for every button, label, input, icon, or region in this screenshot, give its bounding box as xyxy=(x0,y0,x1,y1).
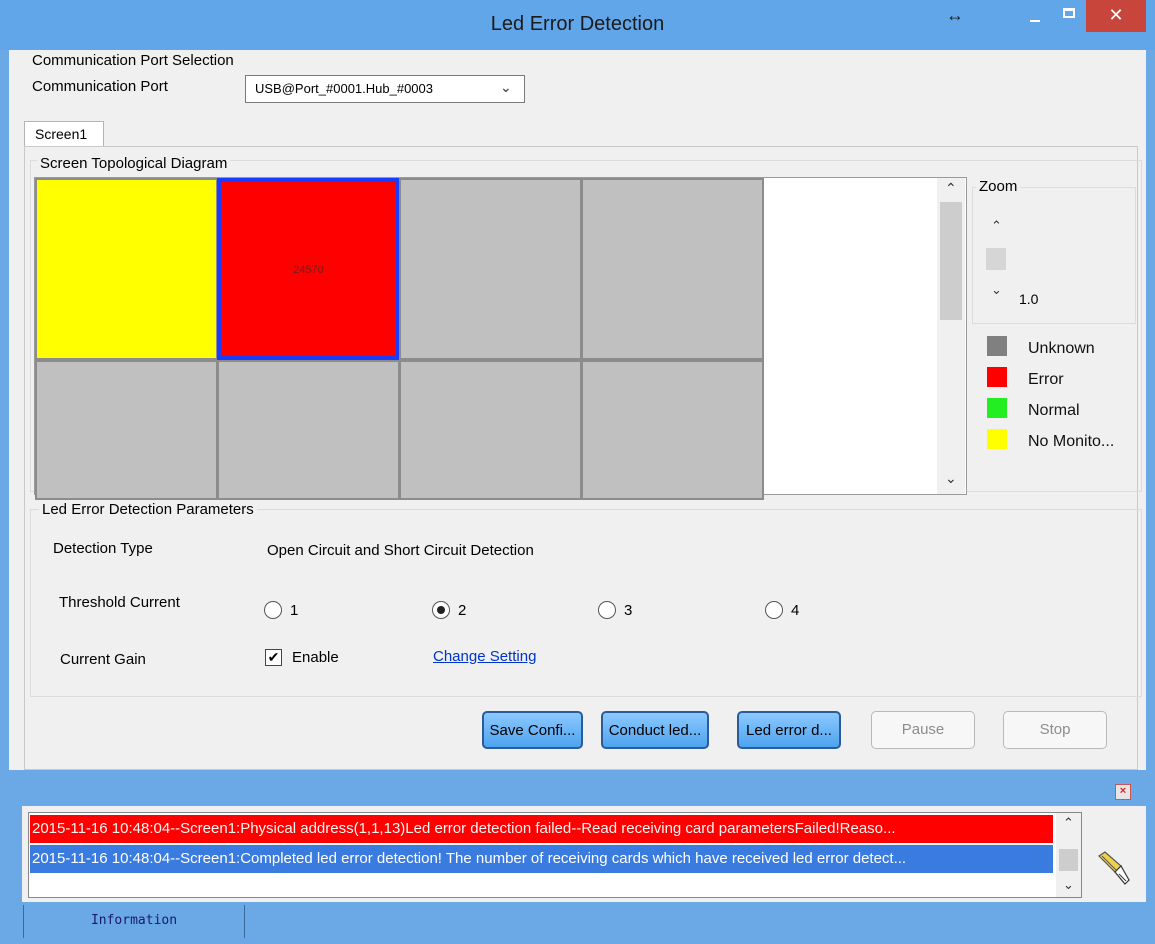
clear-log-icon[interactable] xyxy=(1095,850,1131,886)
legend-swatch-error xyxy=(987,367,1007,387)
topology-canvas: 24570 ⌃ ⌄ xyxy=(34,177,967,500)
scroll-up-icon[interactable]: ⌃ xyxy=(945,180,957,197)
window-title: Led Error Detection xyxy=(490,13,665,35)
params-group xyxy=(30,509,1142,697)
stop-button[interactable]: Stop xyxy=(1003,711,1107,749)
legend-swatch-normal xyxy=(987,398,1007,418)
minimize-icon[interactable] xyxy=(1015,0,1055,32)
legend-label-unknown: Unknown xyxy=(1028,340,1095,357)
topology-cell-4[interactable] xyxy=(581,178,764,360)
tab-screen1-label: Screen1 xyxy=(35,126,88,142)
radio-label: 1 xyxy=(290,602,299,619)
resize-arrows-icon[interactable]: ↔ xyxy=(940,0,970,32)
app-window: Led Error Detection ↔ ✕ Communication Po… xyxy=(0,0,1155,944)
scroll-thumb[interactable] xyxy=(1059,849,1078,871)
port-select[interactable]: USB@Port_#0001.Hub_#0003 ⌄ xyxy=(245,75,525,103)
legend-label-no-monitor: No Monito... xyxy=(1028,433,1115,450)
topology-cell-2[interactable]: 24570 xyxy=(217,178,400,360)
scroll-up-icon[interactable]: ⌃ xyxy=(1063,815,1074,831)
log-close-icon[interactable]: × xyxy=(1115,784,1131,800)
port-label: Communication Port xyxy=(32,78,168,95)
zoom-title: Zoom xyxy=(976,178,1021,195)
detection-type-value: Open Circuit and Short Circuit Detection xyxy=(267,542,534,559)
zoom-up-icon[interactable]: ⌃ xyxy=(991,218,1002,234)
conduct-led-button[interactable]: Conduct led... xyxy=(601,711,709,749)
topology-cell-3[interactable] xyxy=(399,178,582,360)
zoom-down-icon[interactable]: ⌄ xyxy=(991,282,1002,298)
legend-label-normal: Normal xyxy=(1028,402,1080,419)
information-tab[interactable]: Information xyxy=(23,905,245,938)
threshold-radio-2[interactable]: 2 xyxy=(432,600,492,622)
close-icon[interactable]: ✕ xyxy=(1086,0,1146,32)
topology-cell-1[interactable] xyxy=(35,178,218,360)
enable-label: Enable xyxy=(292,649,339,666)
port-select-value: USB@Port_#0001.Hub_#0003 xyxy=(255,81,433,96)
topology-scrollbar[interactable]: ⌃ ⌄ xyxy=(937,178,965,494)
radio-label: 3 xyxy=(624,602,633,619)
port-section-title: Communication Port Selection xyxy=(32,52,234,69)
topology-cell-8[interactable] xyxy=(581,360,764,500)
topology-cell-7[interactable] xyxy=(399,360,582,500)
radio-label: 2 xyxy=(458,602,467,619)
legend-swatch-unknown xyxy=(987,336,1007,356)
radio-circle[interactable] xyxy=(264,601,282,619)
radio-circle[interactable] xyxy=(765,601,783,619)
legend-swatch-no-monitor xyxy=(987,429,1007,449)
zoom-slider[interactable]: ⌃ ⌄ xyxy=(986,216,1008,306)
threshold-label: Threshold Current xyxy=(59,594,180,611)
zoom-thumb[interactable] xyxy=(986,248,1006,270)
threshold-radio-4[interactable]: 4 xyxy=(765,600,825,622)
change-setting-link[interactable]: Change Setting xyxy=(433,648,536,665)
status-bar: Information xyxy=(9,903,1146,940)
log-header xyxy=(22,778,1146,806)
scroll-down-icon[interactable]: ⌄ xyxy=(1063,877,1074,893)
maximize-icon[interactable] xyxy=(1055,0,1085,32)
zoom-value: 1.0 xyxy=(1019,291,1039,307)
client-area: Communication Port Selection Communicati… xyxy=(9,50,1146,770)
information-tab-label: Information xyxy=(90,913,178,928)
current-gain-label: Current Gain xyxy=(60,651,146,668)
log-line-info[interactable]: 2015-11-16 10:48:04--Screen1:Completed l… xyxy=(30,845,1053,873)
threshold-radio-1[interactable]: 1 xyxy=(264,600,324,622)
chevron-down-icon: ⌄ xyxy=(500,79,512,95)
radio-label: 4 xyxy=(791,602,800,619)
radio-circle[interactable] xyxy=(598,601,616,619)
led-error-button[interactable]: Led error d... xyxy=(737,711,841,749)
scroll-thumb[interactable] xyxy=(940,202,962,320)
topology-cell-5[interactable] xyxy=(35,360,218,500)
legend-label-error: Error xyxy=(1028,371,1064,388)
scroll-down-icon[interactable]: ⌄ xyxy=(945,470,957,487)
params-title: Led Error Detection Parameters xyxy=(39,501,257,518)
log-line-error[interactable]: 2015-11-16 10:48:04--Screen1:Physical ad… xyxy=(30,815,1053,843)
checkbox-checked-icon[interactable]: ✔ xyxy=(265,649,282,666)
pause-button[interactable]: Pause xyxy=(871,711,975,749)
detection-type-label: Detection Type xyxy=(53,540,153,557)
log-scrollbar[interactable]: ⌃ ⌄ xyxy=(1056,813,1081,897)
threshold-radio-3[interactable]: 3 xyxy=(598,600,658,622)
topology-title: Screen Topological Diagram xyxy=(37,155,231,172)
radio-circle-selected[interactable] xyxy=(432,601,450,619)
enable-checkbox[interactable]: ✔ Enable xyxy=(265,648,365,670)
save-config-button[interactable]: Save Confi... xyxy=(482,711,583,749)
tab-screen1[interactable]: Screen1 xyxy=(24,121,104,147)
topology-cell-6[interactable] xyxy=(217,360,400,500)
topology-cell-label: 24570 xyxy=(293,264,324,276)
title-bar: Led Error Detection ↔ ✕ xyxy=(0,0,1155,50)
